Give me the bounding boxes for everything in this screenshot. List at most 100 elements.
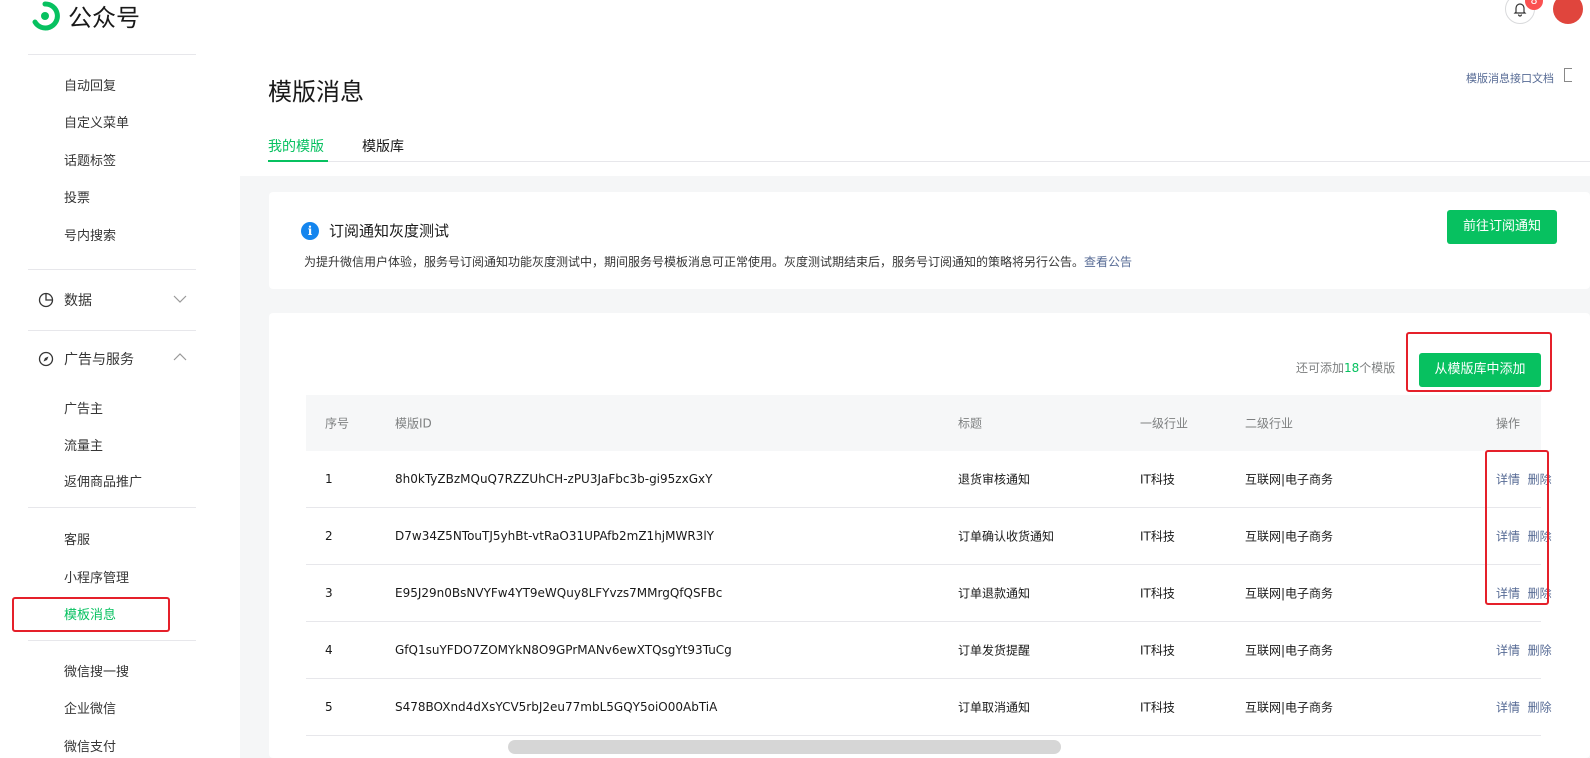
sidebar-item-customer-service[interactable]: 客服 bbox=[64, 529, 90, 548]
highlight-box-delete-links bbox=[1485, 450, 1549, 605]
table-row: 3 E95J29n0BsNVYFw4YT9eWQuy8LFYvzs7MMrgQf… bbox=[306, 565, 1552, 622]
secondary-industry: 互联网|电子商务 bbox=[1245, 472, 1334, 487]
sidebar-divider bbox=[28, 507, 196, 508]
app-logo[interactable]: 公众号 bbox=[30, 0, 140, 33]
logo-icon bbox=[32, 0, 60, 30]
column-header-template-id: 模版ID bbox=[395, 416, 432, 431]
secondary-industry: 互联网|电子商务 bbox=[1245, 700, 1334, 715]
sidebar-item-advertiser[interactable]: 广告主 bbox=[64, 398, 103, 417]
tab-divider bbox=[268, 161, 1590, 162]
row-actions: 详情 删除 bbox=[1496, 699, 1552, 716]
sidebar-group-ads[interactable]: 广告与服务 bbox=[38, 349, 134, 369]
page-title: 模版消息 bbox=[268, 78, 364, 106]
chevron-up-icon[interactable] bbox=[172, 349, 188, 365]
row-index: 5 bbox=[325, 700, 333, 714]
row-index: 1 bbox=[325, 472, 333, 486]
sidebar-item-wechat-pay[interactable]: 微信支付 bbox=[64, 736, 116, 755]
table-row: 4 GfQ1suYFDO7ZOMYkN8O9GPrMANv6ewXTQsgYt9… bbox=[306, 622, 1552, 679]
template-title: 订单发货提醒 bbox=[958, 643, 1031, 658]
column-header-actions: 操作 bbox=[1496, 416, 1521, 431]
sidebar-item-custom-menu[interactable]: 自定义菜单 bbox=[64, 112, 129, 131]
sidebar-divider bbox=[28, 330, 196, 331]
info-icon: i bbox=[301, 222, 319, 240]
template-title: 退货审核通知 bbox=[958, 472, 1031, 487]
table-header: 序号 模版ID 标题 一级行业 二级行业 操作 bbox=[306, 395, 1541, 451]
go-subscribe-button[interactable]: 前往订阅通知 bbox=[1447, 210, 1557, 244]
template-title: 订单取消通知 bbox=[958, 700, 1031, 715]
notice-title: 订阅通知灰度测试 bbox=[329, 222, 450, 240]
primary-industry: IT科技 bbox=[1140, 586, 1175, 601]
sidebar-item-wechat-search[interactable]: 微信搜一搜 bbox=[64, 661, 129, 680]
sidebar-item-publisher[interactable]: 流量主 bbox=[64, 435, 103, 454]
sidebar-group-data[interactable]: 数据 bbox=[38, 290, 92, 310]
templates-table: 序号 模版ID 标题 一级行业 二级行业 操作 1 8h0kTyZBzMQuQ7… bbox=[306, 395, 1552, 736]
notice-card: i 订阅通知灰度测试 为提升微信用户体验，服务号订阅通知功能灰度测试中，期间服务… bbox=[269, 192, 1590, 289]
app-title: 公众号 bbox=[68, 4, 140, 32]
sidebar-item-search[interactable]: 号内搜索 bbox=[64, 225, 116, 244]
template-id: 8h0kTyZBzMQuQ7RZZUhCH-zPU3JaFbc3b-gi95zx… bbox=[395, 472, 713, 486]
template-title: 订单确认收货通知 bbox=[958, 529, 1055, 544]
notice-description: 为提升微信用户体验，服务号订阅通知功能灰度测试中，期间服务号模板消息可正常使用。… bbox=[304, 253, 1132, 270]
secondary-industry: 互联网|电子商务 bbox=[1245, 529, 1334, 544]
table-row: 1 8h0kTyZBzMQuQ7RZZUhCH-zPU3JaFbc3b-gi95… bbox=[306, 451, 1552, 508]
quota-prefix: 还可添加 bbox=[1296, 361, 1345, 375]
doc-link[interactable]: 模版消息接口文档 bbox=[1466, 70, 1554, 86]
highlight-box-add-button bbox=[1406, 332, 1552, 392]
column-header-secondary-industry: 二级行业 bbox=[1245, 416, 1294, 431]
highlight-box-sidebar bbox=[12, 597, 170, 632]
row-index: 3 bbox=[325, 586, 333, 600]
sidebar-item-topic-tags[interactable]: 话题标签 bbox=[64, 150, 116, 169]
template-id: D7w34Z5NTouTJ5yhBt-vtRaO31UPAfb2mZ1hjMWR… bbox=[395, 529, 714, 543]
quota-text: 还可添加18个模版 bbox=[1296, 359, 1395, 376]
tab-template-library[interactable]: 模版库 bbox=[362, 136, 404, 156]
sidebar-item-auto-reply[interactable]: 自动回复 bbox=[64, 75, 116, 94]
sidebar: 自动回复 自定义菜单 话题标签 投票 号内搜索 数据 广告与服务 广告主 流量主… bbox=[0, 38, 240, 758]
sidebar-divider bbox=[28, 269, 196, 270]
table-row: 2 D7w34Z5NTouTJ5yhBt-vtRaO31UPAfb2mZ1hjM… bbox=[306, 508, 1552, 565]
column-header-title: 标题 bbox=[958, 416, 983, 431]
detail-link[interactable]: 详情 bbox=[1496, 701, 1520, 715]
primary-industry: IT科技 bbox=[1140, 643, 1175, 658]
sidebar-divider bbox=[28, 54, 196, 55]
quota-suffix: 个模版 bbox=[1359, 361, 1396, 375]
sidebar-item-vote[interactable]: 投票 bbox=[64, 187, 90, 206]
sidebar-item-miniprogram[interactable]: 小程序管理 bbox=[64, 567, 129, 586]
column-header-index: 序号 bbox=[325, 416, 350, 431]
tab-my-templates[interactable]: 我的模版 bbox=[268, 136, 324, 156]
template-id: GfQ1suYFDO7ZOMYkN8O9GPrMANv6ewXTQsgYt93T… bbox=[395, 643, 732, 657]
horizontal-scrollbar[interactable] bbox=[508, 740, 1061, 754]
top-bar: 公众号 8 bbox=[0, 0, 1590, 38]
sidebar-group-label: 数据 bbox=[64, 293, 92, 309]
templates-card: 还可添加18个模版 从模版库中添加 序号 模版ID 标题 一级行业 二级行业 操… bbox=[269, 313, 1590, 758]
row-actions: 详情 删除 bbox=[1496, 642, 1552, 659]
row-index: 2 bbox=[325, 529, 333, 543]
chevron-down-icon[interactable] bbox=[172, 291, 188, 307]
column-header-primary-industry: 一级行业 bbox=[1140, 416, 1189, 431]
view-announcement-link[interactable]: 查看公告 bbox=[1084, 255, 1132, 269]
primary-industry: IT科技 bbox=[1140, 700, 1175, 715]
sidebar-group-label: 广告与服务 bbox=[64, 352, 134, 368]
tab-bar: 我的模版 模版库 bbox=[268, 136, 404, 156]
table-row: 5 S478BOXnd4dXsYCV5rbJ2eu77mbL5GQY5oiO00… bbox=[306, 679, 1552, 736]
template-id: E95J29n0BsNVYFw4YT9eWQuy8LFYvzs7MMrgQfQS… bbox=[395, 586, 723, 600]
template-id: S478BOXnd4dXsYCV5rbJ2eu77mbL5GQY5oiO00Ab… bbox=[395, 700, 718, 714]
delete-link[interactable]: 删除 bbox=[1528, 644, 1552, 658]
sidebar-divider bbox=[28, 640, 196, 641]
secondary-industry: 互联网|电子商务 bbox=[1245, 643, 1334, 658]
notice-text: 为提升微信用户体验，服务号订阅通知功能灰度测试中，期间服务号模板消息可正常使用。… bbox=[304, 255, 1085, 269]
document-icon[interactable] bbox=[1564, 68, 1572, 82]
pie-chart-icon bbox=[38, 292, 54, 308]
tab-active-indicator bbox=[268, 160, 328, 162]
avatar[interactable] bbox=[1553, 0, 1583, 24]
row-index: 4 bbox=[325, 643, 333, 657]
primary-industry: IT科技 bbox=[1140, 472, 1175, 487]
delete-link[interactable]: 删除 bbox=[1528, 701, 1552, 715]
sidebar-item-work-wechat[interactable]: 企业微信 bbox=[64, 698, 116, 717]
main-content: 模版消息 模版消息接口文档 我的模版 模版库 i 订阅通知灰度测试 为提升微信用… bbox=[240, 38, 1590, 758]
quota-number: 18 bbox=[1344, 361, 1360, 375]
detail-link[interactable]: 详情 bbox=[1496, 644, 1520, 658]
compass-icon bbox=[38, 351, 54, 367]
sidebar-item-rebate[interactable]: 返佣商品推广 bbox=[64, 471, 142, 490]
primary-industry: IT科技 bbox=[1140, 529, 1175, 544]
secondary-industry: 互联网|电子商务 bbox=[1245, 586, 1334, 601]
